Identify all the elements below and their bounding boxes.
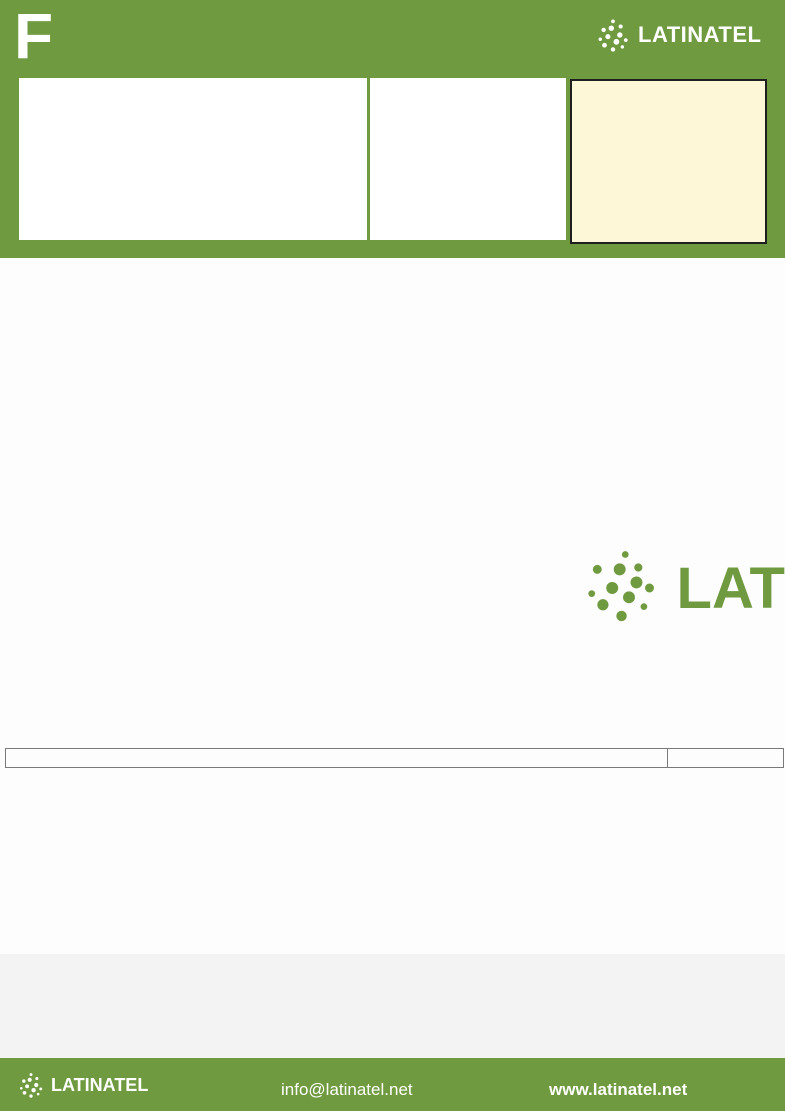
footer-notes-band	[0, 954, 785, 1058]
summary-row	[5, 748, 784, 768]
dot-cluster-icon	[588, 551, 654, 622]
info-panel-left	[19, 78, 367, 240]
footer-brand: LATINATEL	[18, 1072, 148, 1098]
brand-name: LATINATEL	[638, 22, 762, 47]
dot-cluster-icon	[19, 1073, 43, 1098]
header-brand: LATINATEL	[596, 18, 761, 52]
brand-name-partial: LAT	[676, 555, 785, 621]
document-letter: F	[14, 0, 54, 72]
footer-website-link[interactable]: www.latinatel.net	[549, 1080, 687, 1100]
brand-watermark: LAT	[588, 544, 785, 632]
header-band: F LATINATEL	[0, 0, 785, 258]
footer-band: LATINATEL info@latinatel.net www.latinat…	[0, 1058, 785, 1111]
highlight-panel	[570, 79, 767, 244]
info-panel-middle	[370, 78, 566, 240]
footer-email-link[interactable]: info@latinatel.net	[281, 1080, 413, 1100]
dot-cluster-icon	[598, 19, 628, 52]
footer-brand-name: LATINATEL	[51, 1074, 149, 1095]
summary-cell-description	[6, 749, 668, 767]
summary-cell-amount	[668, 749, 783, 767]
